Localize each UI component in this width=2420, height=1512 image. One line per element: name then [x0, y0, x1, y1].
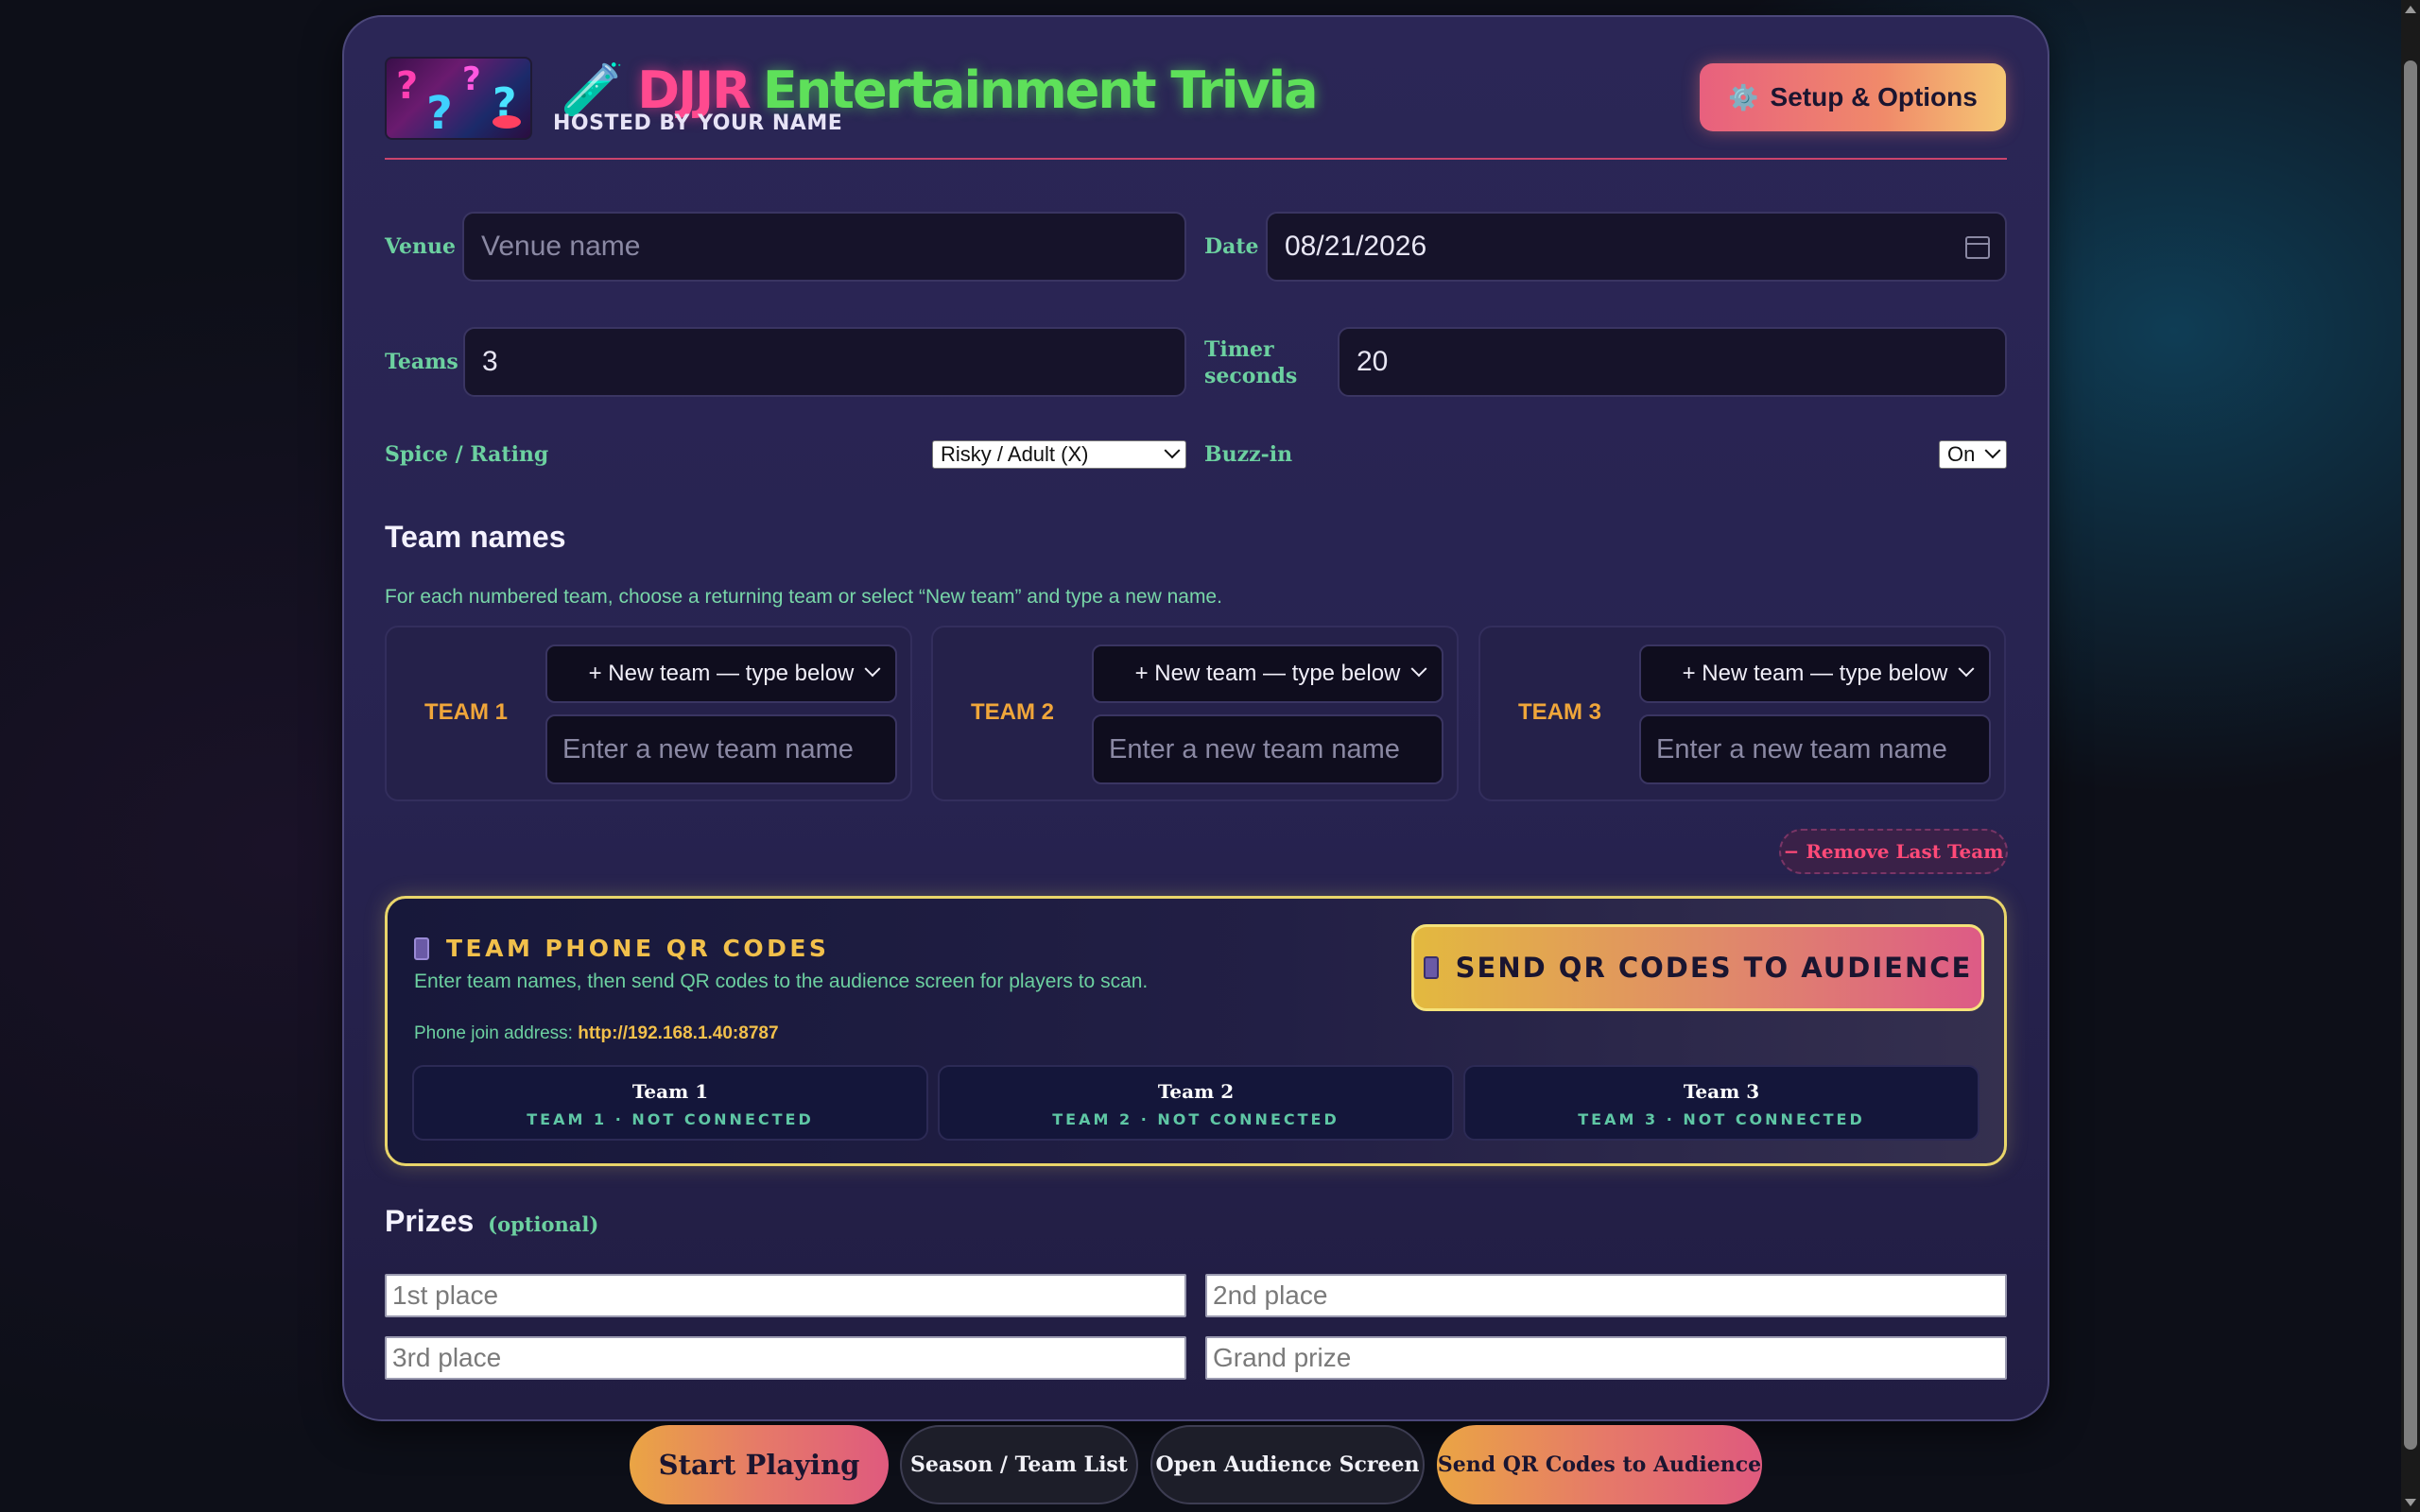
second-place-input[interactable] [1213, 1280, 1999, 1311]
second-place-field[interactable] [1205, 1274, 2007, 1317]
grand-prize-field[interactable] [1205, 1336, 2007, 1380]
team-names-heading: Team names [385, 520, 566, 554]
team-name-input[interactable] [1109, 733, 1426, 765]
chevron-down-icon [1410, 661, 1427, 678]
qr-team-status: Team 3 TEAM 3 · NOT CONNECTED [1463, 1065, 1979, 1141]
timer-label: Timer seconds [1204, 337, 1298, 388]
timer-seconds-value: 20 [1357, 346, 1389, 377]
spice-rating-label: Spice / Rating [385, 442, 549, 467]
grand-prize-input[interactable] [1213, 1343, 1999, 1373]
open-audience-screen-button[interactable]: Open Audience Screen [1150, 1425, 1425, 1504]
team-name-field[interactable] [1092, 714, 1443, 784]
team-name-field[interactable] [545, 714, 897, 784]
calendar-icon[interactable] [1965, 236, 1990, 259]
chevron-down-icon [1164, 442, 1181, 459]
team-name-field[interactable] [1639, 714, 1991, 784]
buzz-in-label: Buzz-in [1204, 442, 1293, 467]
team-card: TEAM 1 + New team — type below [385, 626, 912, 801]
teams-label: Teams [385, 350, 458, 374]
setup-options-button[interactable]: ⚙️ Setup & Options [1700, 63, 2006, 131]
venue-field[interactable] [462, 212, 1186, 282]
qr-codes-section: TEAM PHONE QR CODES Enter team names, th… [385, 896, 2007, 1166]
scroll-down-icon[interactable] [2405, 1499, 2416, 1506]
season-team-list-button[interactable]: Season / Team List [900, 1425, 1138, 1504]
chevron-down-icon [864, 661, 881, 678]
prizes-optional-note: (optional) [488, 1212, 599, 1236]
phone-join-address: Phone join address: http://192.168.1.40:… [414, 1023, 779, 1043]
first-place-field[interactable] [385, 1274, 1186, 1317]
chevron-down-icon [1958, 661, 1975, 678]
phone-icon [1423, 956, 1439, 979]
date-field[interactable]: 08/21/2026 [1266, 212, 2007, 282]
scrollbar-thumb[interactable] [2404, 60, 2417, 1450]
team-card: TEAM 3 + New team — type below [1478, 626, 2006, 801]
date-value: 08/21/2026 [1285, 231, 1427, 262]
team-names-hint: For each numbered team, choose a returni… [385, 586, 1222, 608]
header-divider [385, 158, 2007, 160]
buzz-in-select[interactable]: On [1939, 440, 2007, 469]
first-place-input[interactable] [392, 1280, 1179, 1311]
third-place-field[interactable] [385, 1336, 1186, 1380]
teams-count-value: 3 [482, 346, 498, 377]
spice-rating-select[interactable]: Risky / Adult (X) [932, 440, 1186, 469]
team-card: TEAM 2 + New team — type below [931, 626, 1459, 801]
prizes-heading: Prizes (optional) [385, 1204, 599, 1238]
page-scrollbar[interactable] [2401, 0, 2420, 1512]
join-address-link[interactable]: http://192.168.1.40:8787 [578, 1023, 778, 1043]
start-playing-button[interactable]: Start Playing [630, 1425, 889, 1504]
send-qr-codes-button[interactable]: SEND QR CODES TO AUDIENCE [1411, 924, 1984, 1011]
qr-description: Enter team names, then send QR codes to … [414, 971, 1149, 992]
remove-last-team-button[interactable]: − Remove Last Team [1779, 829, 2008, 874]
team-label: TEAM 3 [1518, 699, 1602, 725]
timer-seconds-field[interactable]: 20 [1338, 327, 2007, 397]
logo-image: ? ? ? ? [385, 57, 532, 140]
qr-team-status: Team 2 TEAM 2 · NOT CONNECTED [938, 1065, 1454, 1141]
hosted-by-text: HOSTED BY YOUR NAME [553, 112, 843, 135]
team-label: TEAM 1 [424, 699, 509, 725]
scroll-up-icon[interactable] [2405, 6, 2416, 13]
phone-icon [414, 936, 429, 960]
third-place-input[interactable] [392, 1343, 1179, 1373]
send-qr-codes-bottom-button[interactable]: Send QR Codes to Audience [1437, 1425, 1762, 1504]
venue-label: Venue [385, 234, 457, 259]
date-label: Date [1204, 234, 1259, 259]
team-name-input[interactable] [562, 733, 880, 765]
team-name-input[interactable] [1656, 733, 1974, 765]
title-text: Entertainment Trivia [762, 60, 1319, 120]
qr-section-title: TEAM PHONE QR CODES [414, 935, 829, 962]
team-select[interactable]: + New team — type below [1092, 644, 1443, 703]
teams-count-field[interactable]: 3 [463, 327, 1186, 397]
team-select[interactable]: + New team — type below [545, 644, 897, 703]
gear-icon: ⚙️ [1728, 82, 1759, 112]
setup-options-label: Setup & Options [1770, 82, 1978, 112]
header: ? ? ? ? 🧪 DJJR Entertainment Trivia HOST… [385, 57, 2007, 161]
team-select[interactable]: + New team — type below [1639, 644, 1991, 703]
team-label: TEAM 2 [971, 699, 1055, 725]
qr-team-status: Team 1 TEAM 1 · NOT CONNECTED [412, 1065, 928, 1141]
chevron-down-icon [1984, 442, 2001, 459]
venue-input[interactable] [481, 231, 1167, 263]
